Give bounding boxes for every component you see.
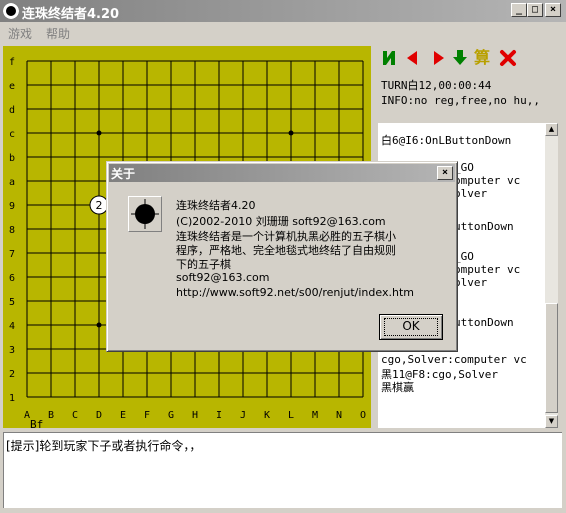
- log-line: olver: [454, 187, 488, 200]
- back-icon[interactable]: [403, 49, 421, 67]
- log-line: omputer vc: [454, 174, 521, 187]
- log-line: 黑棋赢: [381, 381, 414, 394]
- log-line: omputer vc: [454, 263, 521, 276]
- scroll-up-arrow-icon[interactable]: ▲: [545, 123, 558, 136]
- star-point: [96, 130, 102, 136]
- calc-icon[interactable]: 算: [474, 49, 492, 67]
- dialog-line: 下的五子棋: [176, 258, 231, 271]
- row-label: 4: [9, 321, 15, 332]
- menu-help[interactable]: 帮助: [46, 25, 70, 42]
- column-label: E: [120, 410, 126, 421]
- log-line: uttonDown: [454, 316, 514, 329]
- command-hint: [提示]轮到玩家下子或者执行命令，，: [6, 439, 202, 453]
- turn-status: TURN白12,00:00:44: [381, 79, 492, 92]
- info-status: INFO:no reg,free,no hu,,: [381, 94, 540, 107]
- first-move-icon[interactable]: [380, 49, 398, 67]
- log-line: cgo,Solver:computer vc: [381, 353, 527, 366]
- forward-icon[interactable]: [430, 49, 448, 67]
- menu-game[interactable]: 游戏: [8, 25, 32, 42]
- board-footer-label: Bf: [30, 418, 44, 431]
- row-label: f: [9, 57, 15, 68]
- row-label: 2: [9, 369, 15, 380]
- scroll-thumb[interactable]: [545, 303, 558, 413]
- column-label: J: [240, 410, 246, 421]
- column-label: B: [48, 410, 54, 421]
- app-icon: [3, 3, 19, 19]
- stone-move-number: 2: [96, 199, 103, 212]
- log-scrollbar[interactable]: ▲ ▼: [545, 123, 558, 428]
- minimize-button[interactable]: _: [511, 3, 527, 17]
- row-label: 5: [9, 297, 15, 308]
- window-title: 连珠终结者4.20: [22, 7, 120, 22]
- stop-icon[interactable]: [499, 49, 517, 67]
- column-label: K: [264, 410, 270, 421]
- dialog-app-icon: [128, 196, 162, 232]
- dialog-line: 连珠终结者4.20: [176, 199, 256, 212]
- scroll-down-arrow-icon[interactable]: ▼: [545, 415, 558, 428]
- close-button[interactable]: ×: [545, 3, 561, 17]
- column-label: C: [72, 410, 78, 421]
- row-label: b: [9, 153, 15, 164]
- row-label: e: [9, 81, 15, 92]
- row-label: 9: [9, 201, 15, 212]
- row-label: 7: [9, 249, 15, 260]
- row-label: a: [9, 177, 15, 188]
- dialog-line: (C)2002-2010 刘珊珊 soft92@163.com: [176, 215, 386, 228]
- star-point: [96, 322, 102, 328]
- column-label: D: [96, 410, 102, 421]
- star-point: [288, 130, 294, 136]
- column-label: L: [288, 410, 294, 421]
- row-label: 8: [9, 225, 15, 236]
- column-label: I: [216, 410, 222, 421]
- dialog-titlebar[interactable]: [109, 164, 455, 182]
- column-label: H: [192, 410, 198, 421]
- column-label: N: [336, 410, 342, 421]
- dialog-close-button[interactable]: ×: [437, 166, 453, 180]
- row-label: 3: [9, 345, 15, 356]
- ok-button-focus: [384, 318, 438, 336]
- dialog-title: 关于: [111, 167, 136, 181]
- maximize-button[interactable]: □: [527, 3, 543, 17]
- row-label: 1: [9, 393, 15, 404]
- row-label: c: [9, 129, 15, 140]
- column-label: G: [168, 410, 174, 421]
- dialog-line: soft92@163.com: [176, 271, 270, 284]
- column-label: O: [360, 410, 366, 421]
- menu-bar: [0, 22, 566, 42]
- log-line: olver: [454, 276, 488, 289]
- log-line: uttonDown: [454, 220, 514, 233]
- row-label: d: [9, 105, 15, 116]
- download-icon[interactable]: [451, 49, 469, 67]
- dialog-line: http://www.soft92.net/s00/renjut/index.h…: [176, 286, 414, 299]
- row-label: 6: [9, 273, 15, 284]
- log-line: 白6@I6:OnLButtonDown: [381, 134, 512, 147]
- column-label: M: [312, 410, 318, 421]
- column-label: F: [144, 410, 150, 421]
